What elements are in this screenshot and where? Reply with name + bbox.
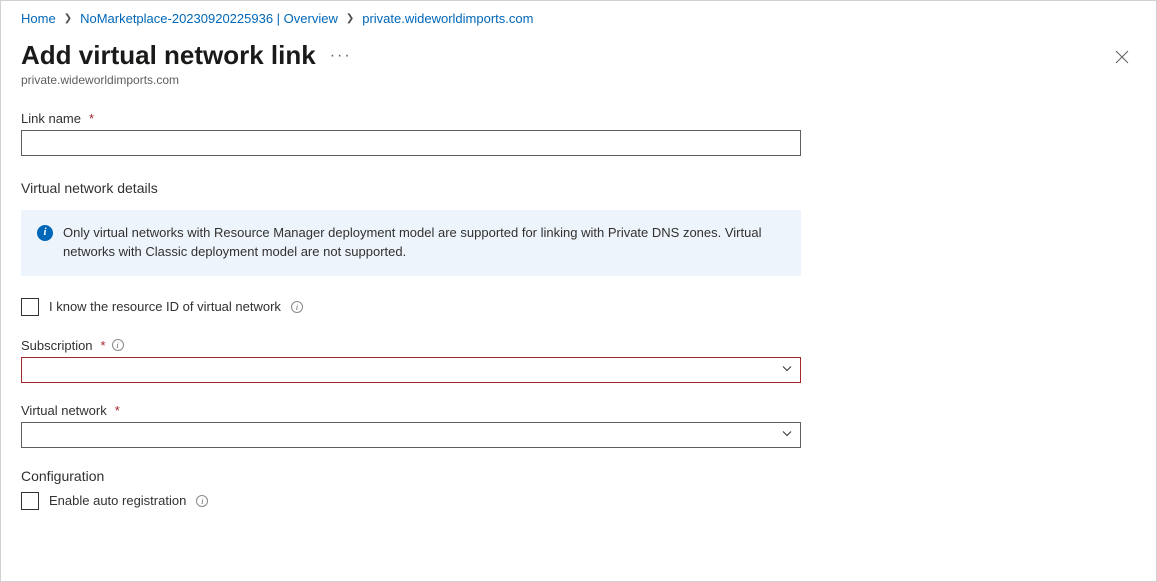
vnet-details-heading: Virtual network details (21, 180, 801, 196)
link-name-label: Link name* (21, 111, 801, 126)
info-banner-text: Only virtual networks with Resource Mana… (63, 224, 785, 262)
required-indicator: * (115, 403, 120, 418)
virtual-network-label: Virtual network* (21, 403, 801, 418)
required-indicator: * (101, 338, 106, 353)
breadcrumb-home[interactable]: Home (21, 11, 56, 26)
enable-auto-registration-label: Enable auto registration (49, 493, 186, 508)
info-icon[interactable]: i (196, 495, 208, 507)
breadcrumb-current[interactable]: private.wideworldimports.com (362, 11, 533, 26)
page-title: Add virtual network link (21, 40, 316, 71)
virtual-network-select[interactable] (21, 422, 801, 448)
breadcrumb-overview[interactable]: NoMarketplace-20230920225936 | Overview (80, 11, 338, 26)
subscription-select[interactable] (21, 357, 801, 383)
enable-auto-registration-checkbox[interactable] (21, 492, 39, 510)
subscription-label: Subscription* i (21, 338, 801, 353)
chevron-right-icon: ❯ (346, 13, 354, 24)
breadcrumb: Home ❯ NoMarketplace-20230920225936 | Ov… (21, 11, 1136, 26)
info-banner: i Only virtual networks with Resource Ma… (21, 210, 801, 276)
more-actions-button[interactable]: ··· (330, 47, 352, 65)
close-button[interactable] (1110, 45, 1134, 69)
know-resource-id-label: I know the resource ID of virtual networ… (49, 299, 281, 314)
page-subtitle: private.wideworldimports.com (21, 73, 1136, 87)
info-icon[interactable]: i (112, 339, 124, 351)
know-resource-id-checkbox[interactable] (21, 298, 39, 316)
info-icon[interactable]: i (291, 301, 303, 313)
chevron-right-icon: ❯ (64, 13, 72, 24)
close-icon (1114, 49, 1130, 65)
info-icon: i (37, 225, 53, 241)
configuration-heading: Configuration (21, 468, 801, 484)
link-name-input[interactable] (21, 130, 801, 156)
required-indicator: * (89, 111, 94, 126)
